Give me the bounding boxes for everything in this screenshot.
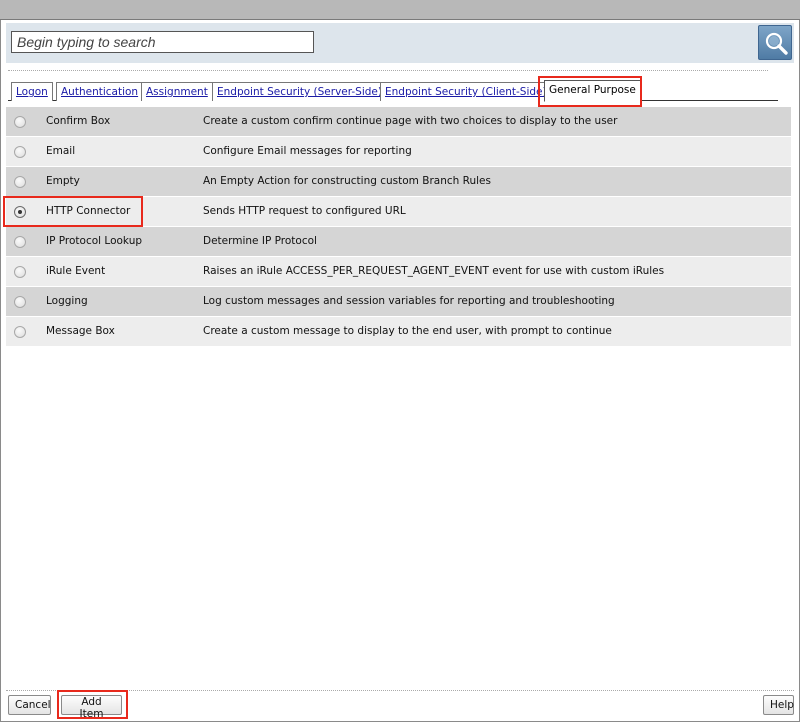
tab-logon[interactable]: Logon (11, 82, 53, 101)
title-bar (0, 0, 800, 20)
item-name: Logging (46, 295, 88, 307)
separator (8, 70, 768, 71)
tab-highlight-box (538, 76, 642, 107)
item-description: Log custom messages and session variable… (203, 295, 615, 307)
tab-endpoint-security-client-side[interactable]: Endpoint Security (Client-Side) (380, 82, 552, 101)
tab-endpoint-security-server-side[interactable]: Endpoint Security (Server-Side) (212, 82, 387, 101)
item-name: iRule Event (46, 265, 106, 277)
list-item[interactable]: Logging Log custom messages and session … (6, 287, 791, 317)
selected-row-highlight-box (3, 196, 143, 227)
search-input[interactable] (11, 31, 314, 53)
radio-button[interactable] (14, 236, 26, 248)
cancel-button[interactable]: Cancel (8, 695, 51, 715)
list-item[interactable]: Message Box Create a custom message to d… (6, 317, 791, 347)
item-name: Email (46, 145, 76, 157)
radio-button[interactable] (14, 296, 26, 308)
help-button[interactable]: Help (763, 695, 794, 715)
list-item[interactable]: iRule Event Raises an iRule ACCESS_PER_R… (6, 257, 791, 287)
item-description: Raises an iRule ACCESS_PER_REQUEST_AGENT… (203, 265, 665, 277)
item-description: Configure Email messages for reporting (203, 145, 412, 157)
item-name: IP Protocol Lookup (46, 235, 143, 247)
radio-button[interactable] (14, 116, 26, 128)
item-name: Empty (46, 175, 80, 187)
action-list: Confirm Box Create a custom confirm cont… (6, 107, 791, 347)
search-button[interactable] (758, 25, 792, 60)
tab-bar: Logon Authentication Assignment Endpoint… (8, 77, 778, 102)
item-description: Determine IP Protocol (203, 235, 317, 247)
list-item[interactable]: Email Configure Email messages for repor… (6, 137, 791, 167)
radio-button[interactable] (14, 266, 26, 278)
radio-button[interactable] (14, 176, 26, 188)
tab-assignment[interactable]: Assignment (141, 82, 213, 101)
list-item[interactable]: Confirm Box Create a custom confirm cont… (6, 107, 791, 137)
list-item[interactable]: IP Protocol Lookup Determine IP Protocol (6, 227, 791, 257)
list-item[interactable]: Empty An Empty Action for constructing c… (6, 167, 791, 197)
item-description: An Empty Action for constructing custom … (203, 175, 491, 187)
item-description: Create a custom confirm continue page wi… (203, 115, 618, 127)
item-name: Message Box (46, 325, 115, 337)
search-icon (765, 32, 788, 55)
radio-button[interactable] (14, 146, 26, 158)
add-item-highlight-box (57, 690, 128, 719)
item-description: Create a custom message to display to th… (203, 325, 612, 337)
item-name: Confirm Box (46, 115, 111, 127)
search-bar (6, 23, 794, 63)
tab-authentication[interactable]: Authentication (56, 82, 144, 101)
radio-button[interactable] (14, 326, 26, 338)
item-description: Sends HTTP request to configured URL (203, 205, 406, 217)
